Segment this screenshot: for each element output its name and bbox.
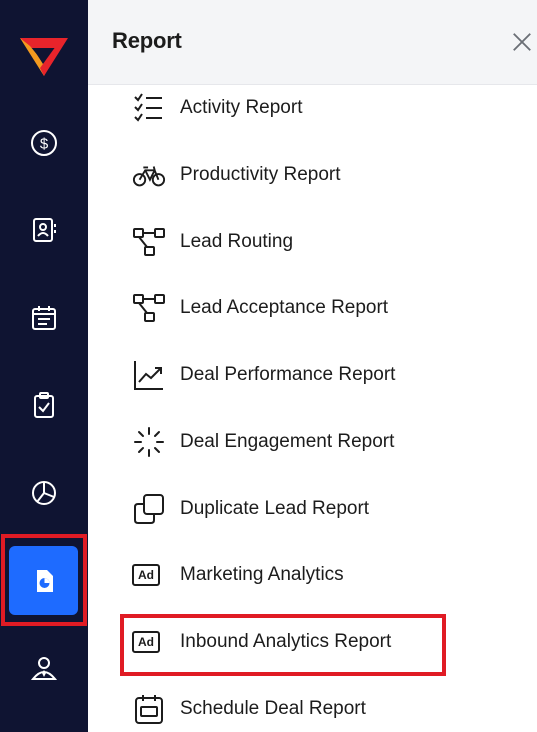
user-tie-icon (30, 657, 58, 680)
ad-badge: Ad (132, 564, 160, 586)
clipboard-check-icon (34, 392, 54, 418)
report-icon (36, 569, 53, 592)
velocify-logo[interactable] (18, 34, 70, 80)
menu-item-productivity-report[interactable]: Productivity Report (132, 155, 537, 195)
menu-item-marketing-analytics[interactable]: Ad Marketing Analytics (132, 555, 537, 595)
calendar-schedule-icon (132, 692, 170, 726)
menu-item-label: Activity Report (180, 97, 303, 118)
left-rail: $ (0, 0, 88, 732)
pie-chart-icon (32, 481, 56, 505)
flow-icon (132, 225, 170, 259)
menu-item-deal-performance-report[interactable]: Deal Performance Report (132, 355, 537, 395)
duplicate-icon (132, 492, 170, 526)
close-icon (513, 33, 531, 51)
flow-icon (132, 291, 170, 325)
menu-item-label: Productivity Report (180, 164, 341, 185)
calendar-icon (32, 306, 56, 330)
contacts-icon (33, 218, 56, 242)
menu-item-activity-report[interactable]: Activity Report (132, 88, 537, 128)
menu-item-label: Marketing Analytics (180, 564, 344, 585)
menu-item-label: Lead Routing (180, 231, 294, 252)
rail-item-contacts[interactable] (16, 202, 72, 258)
close-button[interactable] (508, 28, 536, 56)
menu-item-label: Deal Performance Report (180, 364, 396, 385)
panel-header: Report (88, 0, 537, 85)
menu-item-label: Deal Engagement Report (180, 431, 395, 452)
menu-item-label: Duplicate Lead Report (180, 498, 370, 519)
ad-icon: Ad (132, 558, 170, 592)
rail-item-analytics[interactable] (16, 465, 72, 521)
menu-item-lead-acceptance-report[interactable]: Lead Acceptance Report (132, 288, 537, 328)
rail-item-users[interactable] (16, 640, 72, 696)
rail-item-calendar[interactable] (16, 290, 72, 346)
inbound-analytics-highlight (120, 614, 446, 676)
menu-item-schedule-deal-report[interactable]: Schedule Deal Report (132, 689, 537, 729)
trend-chart-icon (132, 358, 170, 392)
menu-item-label: Lead Acceptance Report (180, 297, 389, 318)
menu-item-label: Schedule Deal Report (180, 698, 366, 719)
menu-item-duplicate-lead-report[interactable]: Duplicate Lead Report (132, 489, 537, 529)
menu-item-lead-routing[interactable]: Lead Routing (132, 222, 537, 262)
menu-item-deal-engagement-report[interactable]: Deal Engagement Report (132, 422, 537, 462)
rail-item-deals[interactable]: $ (16, 115, 72, 171)
loading-icon (132, 425, 170, 459)
rail-item-tasks[interactable] (16, 377, 72, 433)
rail-item-report[interactable] (9, 546, 78, 615)
checklist-icon (132, 91, 170, 125)
svg-text:$: $ (40, 136, 49, 153)
panel-title: Report (112, 28, 182, 53)
dollar-icon: $ (31, 130, 57, 156)
bicycle-icon (132, 158, 170, 192)
